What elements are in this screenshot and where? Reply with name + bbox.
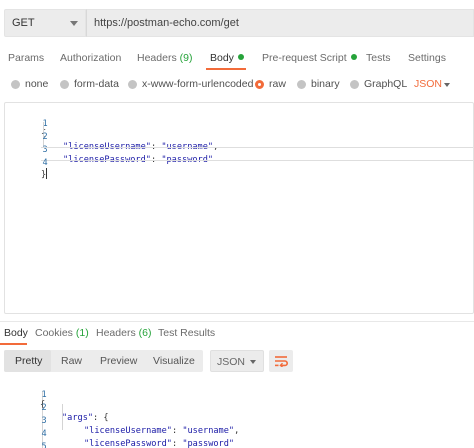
- body-indicator-dot: [237, 54, 244, 60]
- response-format-label: JSON: [217, 356, 246, 368]
- tab-pre-request-script[interactable]: Pre-request Script: [262, 52, 357, 64]
- view-pretty-button[interactable]: Pretty: [4, 350, 51, 372]
- response-line: 2 "args": {: [4, 393, 474, 423]
- radio-form-data[interactable]: form-data: [60, 78, 119, 90]
- method-label: GET: [12, 17, 35, 29]
- radio-form-data-label: form-data: [74, 78, 119, 90]
- url-text: https://postman-echo.com/get: [94, 17, 239, 29]
- line-number: 4: [42, 158, 48, 168]
- request-tabs: Params Authorization Headers (9) Body Pr…: [0, 50, 474, 70]
- response-line: 1 {: [4, 380, 474, 410]
- view-mode-group: Pretty Raw Preview Visualize: [4, 350, 203, 372]
- editor-line: 4 }: [5, 148, 473, 180]
- chevron-down-icon: [250, 360, 256, 364]
- response-tab-cookies-label: Cookies: [35, 327, 73, 339]
- response-line: 3 "licenseUsername": "username",: [4, 406, 474, 436]
- response-tab-body[interactable]: Body: [4, 327, 28, 339]
- line-number: 5: [41, 442, 47, 448]
- radio-raw-label: raw: [269, 78, 286, 90]
- pre-request-indicator-dot: [350, 54, 357, 60]
- tab-headers-label: Headers: [137, 52, 177, 64]
- text-cursor: [46, 168, 48, 179]
- active-tab-indicator: [206, 68, 246, 70]
- radio-urlencoded-label: x-www-form-urlencoded: [142, 78, 254, 90]
- request-body-editor[interactable]: 1 { 2 "licenseUsername": "username", 3 "…: [4, 102, 474, 314]
- tab-settings[interactable]: Settings: [408, 52, 446, 64]
- response-line: 4 "licensePassword": "password": [4, 419, 474, 448]
- cookies-count: (1): [75, 327, 89, 339]
- body-format-select[interactable]: JSON: [414, 78, 442, 90]
- body-type-options: none form-data x-www-form-urlencoded raw…: [0, 76, 474, 94]
- radio-graphql-label: GraphQL: [364, 78, 408, 90]
- active-response-tab-indicator: [0, 343, 27, 345]
- radio-binary[interactable]: binary: [297, 78, 340, 90]
- radio-binary-label: binary: [311, 78, 340, 90]
- radio-raw[interactable]: raw: [255, 78, 286, 90]
- chevron-down-icon: [70, 21, 78, 26]
- pane-divider[interactable]: [0, 321, 474, 322]
- radio-icon: [297, 79, 306, 89]
- radio-icon: [60, 79, 69, 89]
- response-format-select[interactable]: JSON: [210, 350, 264, 372]
- response-headers-count: (6): [138, 327, 152, 339]
- view-raw-button[interactable]: Raw: [61, 350, 82, 367]
- headers-count: (9): [179, 52, 193, 64]
- editor-line: 1 {: [5, 109, 473, 139]
- tab-body-label: Body: [210, 52, 234, 64]
- response-toolbar: Pretty Raw Preview Visualize JSON: [4, 350, 294, 372]
- radio-icon: [350, 79, 359, 89]
- view-visualize-button[interactable]: Visualize: [153, 350, 195, 367]
- radio-none-label: none: [25, 78, 49, 90]
- response-tab-headers[interactable]: Headers (6): [96, 327, 151, 339]
- url-input[interactable]: https://postman-echo.com/get: [86, 9, 474, 37]
- tab-authorization[interactable]: Authorization: [60, 52, 121, 64]
- response-tab-test-results[interactable]: Test Results: [158, 327, 215, 339]
- tab-params[interactable]: Params: [8, 52, 44, 64]
- tab-headers[interactable]: Headers (9): [137, 52, 192, 64]
- tab-tests[interactable]: Tests: [366, 52, 391, 64]
- radio-selected-icon: [255, 79, 264, 89]
- radio-icon: [128, 79, 137, 89]
- radio-none[interactable]: none: [11, 78, 48, 90]
- radio-icon: [11, 79, 20, 89]
- response-tab-headers-label: Headers: [96, 327, 136, 339]
- tab-body[interactable]: Body: [210, 52, 244, 64]
- method-select[interactable]: GET: [4, 9, 86, 37]
- wrap-lines-button[interactable]: [269, 350, 293, 372]
- tab-pre-request-label: Pre-request Script: [262, 52, 347, 64]
- radio-graphql[interactable]: GraphQL: [350, 78, 407, 90]
- response-tabs: Body Cookies (1) Headers (6) Test Result…: [0, 325, 474, 345]
- request-bar: GET https://postman-echo.com/get: [4, 9, 474, 37]
- view-preview-button[interactable]: Preview: [100, 350, 137, 367]
- response-body-viewer[interactable]: 1 { 2 "args": { 3 "licenseUsername": "us…: [4, 378, 474, 448]
- editor-line: 2 "licenseUsername": "username",: [5, 122, 473, 152]
- response-line: 5 },: [4, 432, 474, 448]
- chevron-down-icon[interactable]: [444, 83, 450, 87]
- response-tab-cookies[interactable]: Cookies (1): [35, 327, 89, 339]
- radio-urlencoded[interactable]: x-www-form-urlencoded: [128, 78, 253, 90]
- wrap-lines-icon: [275, 356, 288, 367]
